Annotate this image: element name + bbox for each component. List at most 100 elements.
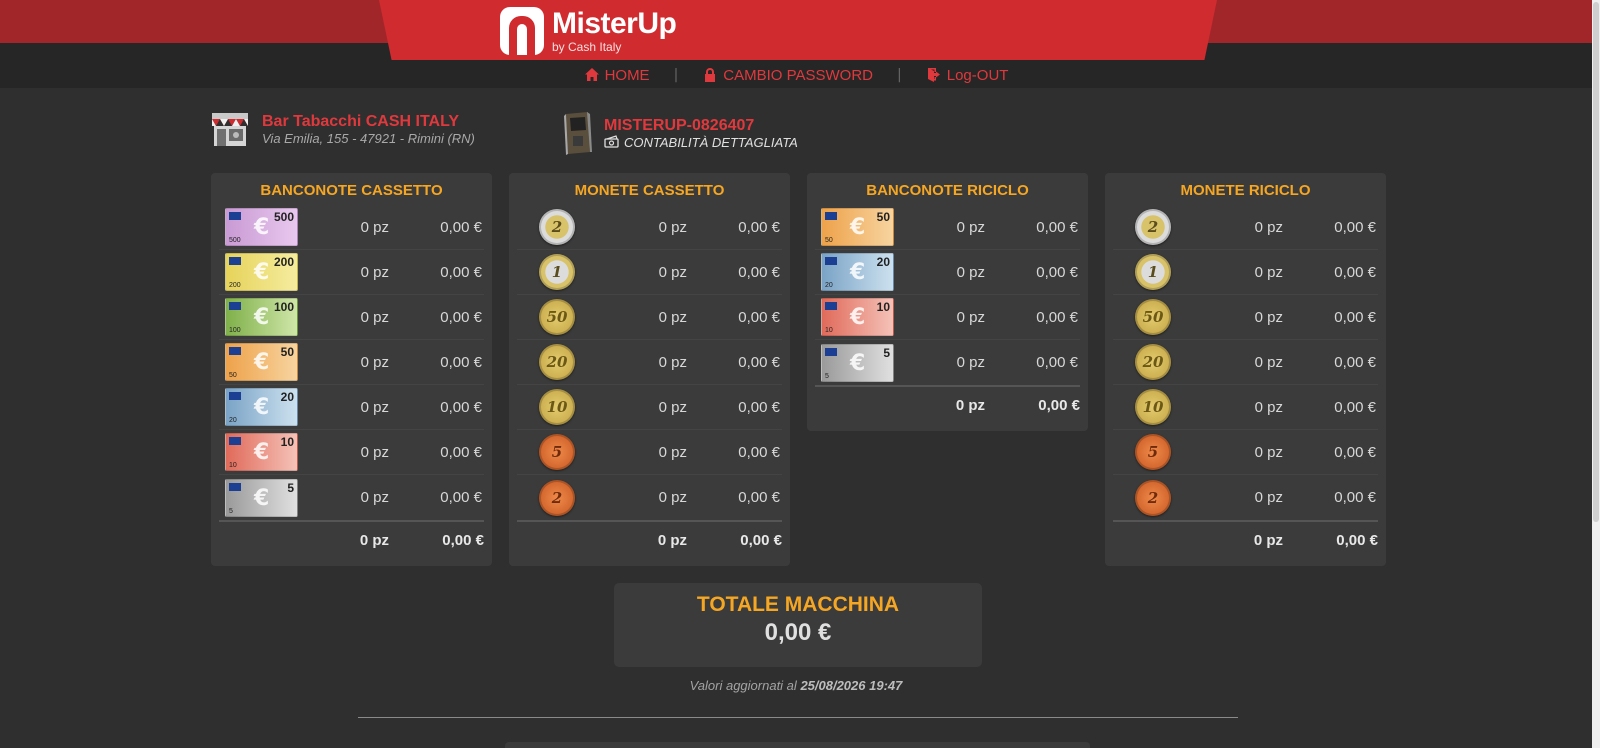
count-value: 0 pz [360, 489, 389, 506]
table-row: €200 200 0 pz 0,00 € [219, 250, 484, 295]
machine-total-title: TOTALE MACCHINA [696, 593, 900, 616]
amount-value: 0,00 € [738, 308, 780, 326]
nav-home[interactable]: HOME [584, 67, 650, 84]
total-count: 0 pz [359, 531, 389, 549]
amount-value: 0,00 € [1334, 308, 1376, 326]
banknote-5-icon: €5 5 [225, 478, 298, 517]
next-section-card [505, 742, 1090, 748]
header: MisterUp by Cash Italy HOME | CAMBIO PAS… [0, 0, 1592, 88]
lock-icon [705, 68, 716, 82]
nav-change-password-label: CAMBIO PASSWORD [723, 66, 874, 84]
machine-info: MISTERUP-0826407 CONTABILITÀ DETTAGLIATA [560, 110, 798, 156]
count-value: 0 pz [658, 218, 687, 236]
amount-value: 0,00 € [1334, 218, 1376, 236]
count-value: 0 pz [658, 398, 687, 416]
total-count: 0 pz [1253, 531, 1283, 549]
coin-10-cent-icon: 10 [539, 389, 575, 425]
amount-value: 0,00 € [1036, 308, 1078, 326]
table-row: 10 0 pz 0,00 € [1113, 385, 1378, 430]
table-row: €100 100 0 pz 0,00 € [219, 295, 484, 340]
coin-2-euro-icon: 2 [539, 209, 575, 245]
main-nav: HOME | CAMBIO PASSWORD | Log-OUT [0, 64, 1592, 86]
table-row: €5 5 0 pz 0,00 € [219, 475, 484, 520]
panel-banconote-cassetto: BANCONOTE CASSETTO €500 500 0 pz 0,00 € €… [211, 173, 492, 566]
table-row: 20 0 pz 0,00 € [1113, 340, 1378, 385]
banknote-100-icon: €100 100 [225, 298, 298, 336]
amount-value: 0,00 € [738, 443, 780, 461]
nav-home-label: HOME [604, 66, 650, 84]
count-value: 0 pz [360, 218, 389, 236]
store-address: Via Emilia, 155 - 47921 - Rimini (RN) [262, 130, 475, 146]
table-row: €20 20 0 pz 0,00 € [815, 250, 1080, 295]
count-value: 0 pz [360, 263, 389, 281]
banknote-20-icon: €20 20 [821, 253, 894, 291]
total-amount: 0,00 € [1336, 531, 1378, 549]
machine-id: MISTERUP-0826407 [604, 116, 755, 134]
table-row: 1 0 pz 0,00 € [517, 250, 782, 295]
store-info: Bar Tabacchi CASH ITALY Via Emilia, 155 … [210, 111, 475, 147]
count-value: 0 pz [658, 263, 687, 281]
count-value: 0 pz [1254, 353, 1283, 371]
amount-value: 0,00 € [440, 263, 482, 281]
total-row: 0 pz 0,00 € [219, 520, 484, 558]
amount-value: 0,00 € [738, 218, 780, 236]
count-value: 0 pz [1254, 489, 1283, 506]
banknote-200-icon: €200 200 [225, 253, 298, 291]
total-amount: 0,00 € [1038, 396, 1080, 414]
table-row: 2 0 pz 0,00 € [517, 475, 782, 520]
coin-2-cent-icon: 2 [539, 479, 575, 516]
banknote-20-icon: €20 20 [225, 388, 298, 426]
banknote-10-icon: €10 10 [821, 298, 894, 336]
total-amount: 0,00 € [740, 531, 782, 549]
count-value: 0 pz [956, 308, 985, 326]
table-row: €10 10 0 pz 0,00 € [219, 430, 484, 475]
panel-monete-cassetto: MONETE CASSETTO 2 0 pz 0,00 € 1 0 pz 0,0… [509, 173, 790, 566]
machine-total-value: 0,00 € [764, 619, 832, 646]
coin-5-cent-icon: 5 [539, 434, 575, 470]
nav-change-password[interactable]: CAMBIO PASSWORD [702, 67, 873, 84]
coin-50-cent-icon: 50 [539, 299, 575, 335]
amount-value: 0,00 € [440, 489, 482, 506]
coin-2-euro-icon: 2 [1135, 209, 1171, 245]
page-scrollbar[interactable] [1592, 0, 1600, 748]
home-icon [584, 68, 599, 81]
count-value: 0 pz [360, 353, 389, 371]
amount-value: 0,00 € [1334, 353, 1376, 371]
coin-20-cent-icon: 20 [539, 344, 575, 380]
count-value: 0 pz [658, 489, 687, 506]
brand-sub: by Cash Italy [552, 40, 622, 54]
banknote-500-icon: €500 500 [225, 208, 298, 246]
scrollbar-thumb[interactable] [1593, 2, 1599, 522]
total-amount: 0,00 € [442, 531, 484, 549]
count-value: 0 pz [1254, 263, 1283, 281]
banknote-5-icon: €5 5 [821, 343, 894, 382]
count-value: 0 pz [956, 354, 985, 371]
total-row: 0 pz 0,00 € [517, 520, 782, 558]
table-row: 2 0 pz 0,00 € [1113, 205, 1378, 250]
panel-title: BANCONOTE CASSETTO [260, 182, 443, 199]
table-row: 2 0 pz 0,00 € [517, 205, 782, 250]
machine-icon [564, 112, 592, 155]
logout-icon [927, 68, 940, 82]
count-value: 0 pz [658, 353, 687, 371]
nav-logout[interactable]: Log-OUT [926, 67, 1008, 84]
coin-1-euro-icon: 1 [539, 254, 575, 290]
divider [358, 717, 1238, 718]
count-value: 0 pz [1254, 308, 1283, 326]
brand-logo[interactable]: MisterUp by Cash Italy [500, 6, 677, 56]
nav-divider: | [673, 67, 679, 83]
coin-50-cent-icon: 50 [1135, 299, 1171, 335]
amount-value: 0,00 € [1036, 218, 1078, 236]
amount-value: 0,00 € [440, 353, 482, 371]
coin-2-cent-icon: 2 [1135, 479, 1171, 516]
table-row: 5 0 pz 0,00 € [517, 430, 782, 475]
amount-value: 0,00 € [440, 218, 482, 236]
store-name: Bar Tabacchi CASH ITALY [262, 112, 460, 130]
last-updated-datetime: 25/08/2026 19:47 [800, 678, 903, 693]
last-updated: Valori aggiornati al 25/08/2026 19:47 [0, 678, 1592, 693]
amount-value: 0,00 € [738, 398, 780, 416]
amount-value: 0,00 € [1036, 354, 1078, 371]
detailed-accounting-link[interactable]: CONTABILITÀ DETTAGLIATA [604, 135, 798, 150]
total-row: 0 pz 0,00 € [815, 385, 1080, 423]
count-value: 0 pz [1254, 443, 1283, 461]
